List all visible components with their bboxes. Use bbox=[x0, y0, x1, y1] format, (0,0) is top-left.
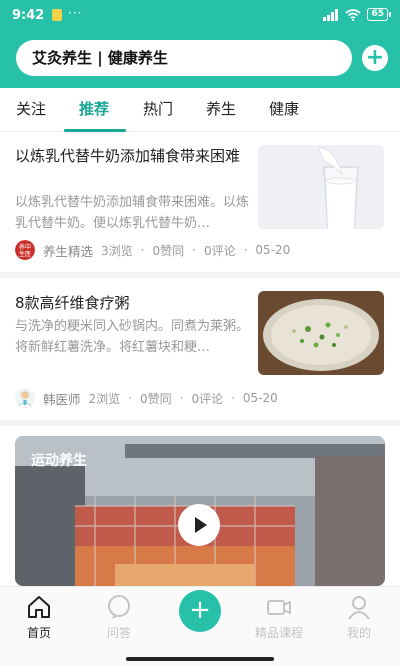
milk-image bbox=[258, 145, 384, 229]
article-meta: 养中 生医 养生精选 3浏览 · 0赞同 · 0评论 · 05-20 bbox=[15, 240, 290, 260]
nav-label: 精品课程 bbox=[254, 626, 303, 640]
wifi-icon bbox=[345, 8, 361, 21]
tab-recommend[interactable]: 推荐 bbox=[79, 98, 109, 119]
meta-dot: · bbox=[179, 391, 184, 405]
likes-count: 0赞同 bbox=[139, 391, 172, 406]
home-icon bbox=[28, 596, 50, 618]
article-title[interactable]: 以炼乳代替牛奶添加辅食带来困难 bbox=[15, 145, 249, 168]
create-post-button[interactable]: + bbox=[179, 590, 221, 632]
nav-courses[interactable]: 精品课程 bbox=[244, 593, 314, 641]
porridge-image bbox=[258, 291, 384, 375]
meta-dot: · bbox=[192, 243, 196, 257]
tab-wellness[interactable]: 养生 bbox=[206, 98, 236, 119]
article-meta: 韩医师 2浏览 · 0赞同 · 0评论 · 05-20 bbox=[15, 388, 278, 408]
article-title[interactable]: 8款高纤维食疗粥 bbox=[15, 292, 249, 315]
nav-profile[interactable]: 我的 bbox=[324, 593, 394, 641]
avatar bbox=[15, 388, 35, 408]
likes-count: 0赞同 bbox=[152, 243, 185, 258]
nav-label: 首页 bbox=[26, 626, 51, 640]
feed-item[interactable]: 以炼乳代替牛奶添加辅食带来困难 以炼乳代替牛奶添加辅食带来困难。以炼乳代替牛奶。… bbox=[0, 132, 400, 272]
video-camera-icon bbox=[267, 600, 291, 615]
play-button[interactable] bbox=[178, 504, 220, 546]
search-bar[interactable]: 艾灸养生 | 健康养生 bbox=[16, 40, 352, 76]
publish-date: 05-20 bbox=[255, 243, 291, 257]
nav-home[interactable]: 首页 bbox=[4, 593, 74, 641]
play-icon bbox=[195, 517, 207, 533]
avatar-logo-text: 生医 bbox=[19, 250, 31, 258]
article-summary: 以炼乳代替牛奶添加辅食带来困难。以炼乳代替牛奶。便以炼乳代替牛奶… bbox=[15, 195, 249, 231]
video-label: 运动养生 bbox=[31, 453, 87, 469]
battery-indicator: 65 bbox=[367, 8, 391, 21]
meta-dot: · bbox=[243, 243, 248, 257]
meta-dot: · bbox=[231, 391, 235, 405]
divider bbox=[0, 420, 400, 426]
nav-label: 我的 bbox=[346, 626, 371, 640]
more-notifications-icon: ··· bbox=[68, 6, 83, 20]
tab-follow[interactable]: 关注 bbox=[16, 98, 46, 119]
nav-label: 问答 bbox=[106, 626, 131, 640]
category-tabs: 关注 推荐 热门 养生 健康 bbox=[0, 88, 400, 132]
signal-icon bbox=[323, 8, 339, 21]
nav-qa[interactable]: 问答 bbox=[84, 593, 154, 641]
video-card[interactable]: 运动养生 bbox=[15, 436, 385, 586]
meta-dot: · bbox=[140, 243, 145, 257]
publish-date: 05-20 bbox=[242, 391, 278, 405]
status-bar: 9:42 ··· 65 bbox=[0, 0, 400, 30]
meta-dot: · bbox=[128, 391, 132, 405]
avatar: 养中 生医 bbox=[15, 240, 35, 260]
comments-count: 0评论 bbox=[203, 243, 236, 258]
add-button[interactable]: + bbox=[362, 45, 388, 71]
comments-count: 0评论 bbox=[191, 391, 224, 406]
user-icon bbox=[348, 596, 370, 620]
header: 9:42 ··· 65 艾灸养生 | 健康养生 + bbox=[0, 0, 400, 88]
views-count: 2浏览 bbox=[88, 391, 121, 406]
article-summary: 与洗净的粳米同入砂锅内。同煮为莱粥。将新鲜红薯洗净。将红薯块和粳… bbox=[15, 319, 249, 355]
chat-icon bbox=[108, 595, 130, 619]
views-count: 3浏览 bbox=[101, 243, 133, 258]
gesture-home-bar[interactable] bbox=[126, 657, 274, 661]
avatar-logo-text: 养中 bbox=[19, 243, 31, 251]
status-time: 9:42 bbox=[12, 8, 45, 23]
notification-icon bbox=[52, 9, 62, 21]
feed-item[interactable]: 8款高纤维食疗粥 与洗净的粳米同入砂锅内。同煮为莱粥。将新鲜红薯洗净。将红薯块和… bbox=[0, 278, 400, 420]
tab-health[interactable]: 健康 bbox=[269, 98, 299, 119]
tab-hot[interactable]: 热门 bbox=[143, 98, 173, 119]
author-name[interactable]: 养生精选 bbox=[43, 241, 93, 260]
author-name[interactable]: 韩医师 bbox=[43, 389, 81, 408]
plus-icon: + bbox=[189, 595, 211, 625]
